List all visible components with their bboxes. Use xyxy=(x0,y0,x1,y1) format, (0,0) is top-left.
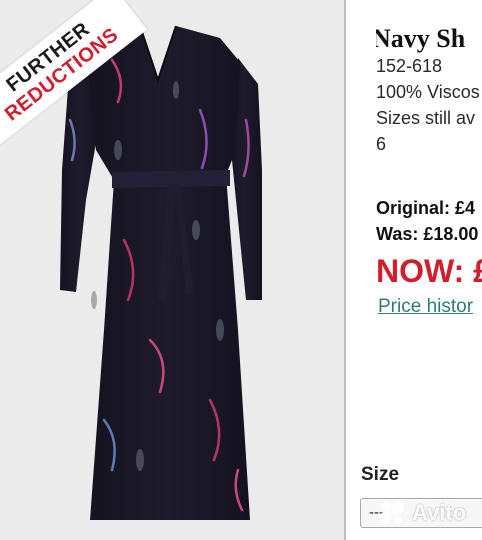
sizes-note: Sizes still av xyxy=(376,108,476,128)
avito-logo-icon xyxy=(379,502,404,524)
price-history-link[interactable]: Price histor xyxy=(378,296,473,318)
product-material: 100% Viscos xyxy=(376,82,480,102)
product-photo[interactable]: FURTHER REDUCTIONS xyxy=(0,0,346,540)
price-now: NOW: £ xyxy=(376,253,482,289)
size-value: 6 xyxy=(376,134,387,154)
avito-watermark: Avito xyxy=(378,500,466,526)
price-original: Original: £4 xyxy=(376,198,476,218)
price-was: Was: £18.00 xyxy=(376,224,479,244)
product-info: Navy Sh 152-618 100% Viscos Sizes still … xyxy=(376,0,482,540)
product-title: Navy Sh xyxy=(376,24,466,53)
product-code: 152-618 xyxy=(376,56,443,76)
avito-watermark-text: Avito xyxy=(412,500,467,525)
size-label: Size xyxy=(361,464,400,485)
